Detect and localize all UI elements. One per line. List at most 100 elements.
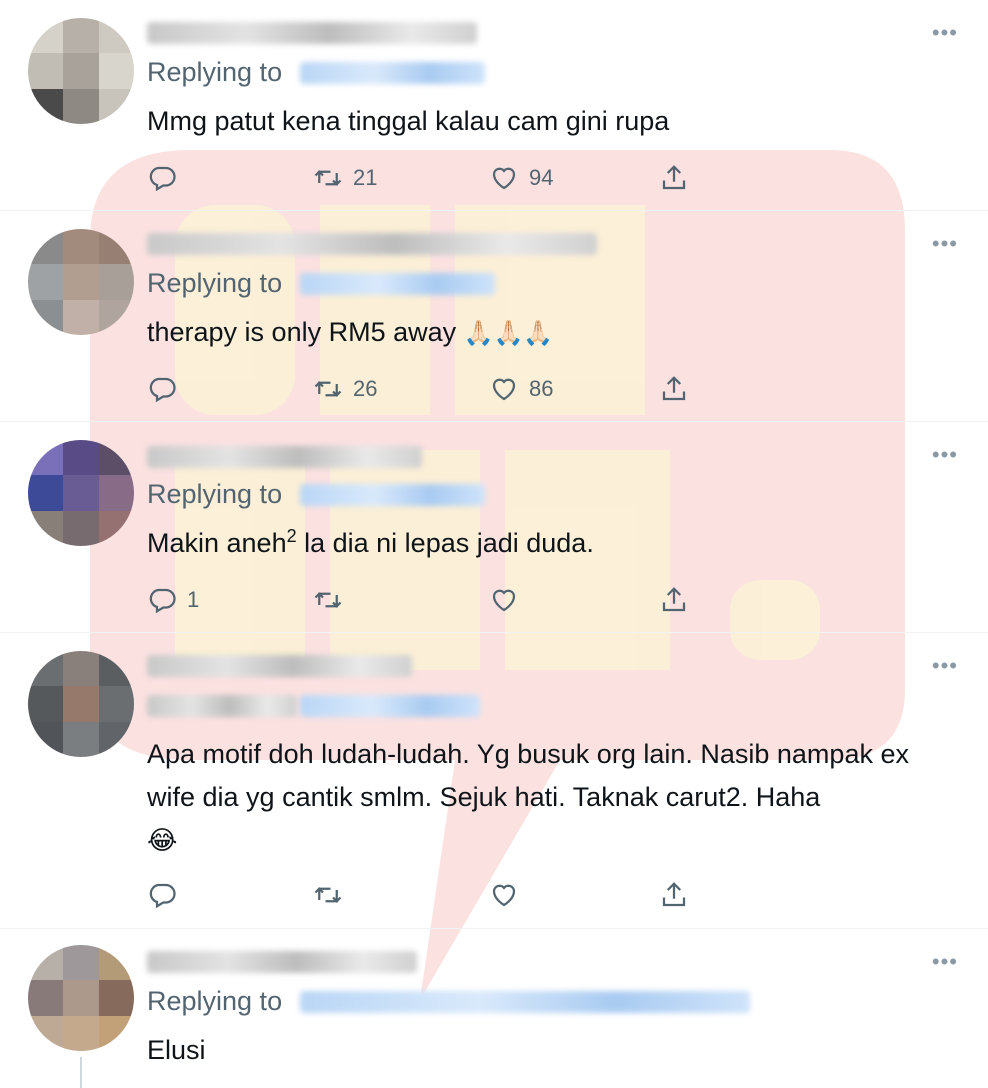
avatar-pixel bbox=[98, 510, 134, 546]
avatar-pixel bbox=[63, 53, 99, 89]
like-icon bbox=[492, 167, 516, 190]
avatar-pixel bbox=[63, 264, 99, 300]
share-icon bbox=[662, 376, 686, 401]
like-count: 94 bbox=[529, 165, 554, 190]
reply-tweet[interactable]: ••• Replying to Mmg patut kena tinggal k… bbox=[0, 0, 988, 211]
avatar-pixel bbox=[98, 475, 134, 511]
replying-to-label: Replying to bbox=[147, 479, 283, 509]
replying-to-handle-redacted[interactable] bbox=[300, 991, 750, 1013]
like-button[interactable]: 94 bbox=[489, 161, 553, 195]
more-dots-icon[interactable]: ••• bbox=[932, 951, 958, 973]
avatar-pixel bbox=[63, 721, 99, 757]
avatar-pixel bbox=[63, 299, 99, 335]
retweet-button[interactable]: 21 bbox=[313, 161, 377, 195]
replying-to-label: Replying to bbox=[147, 57, 283, 87]
avatar-pixel bbox=[98, 945, 134, 981]
tweet-text-body: therapy is only RM5 away bbox=[147, 317, 457, 347]
avatar-pixel bbox=[98, 440, 134, 476]
more-dots-icon[interactable]: ••• bbox=[932, 655, 958, 677]
avatar[interactable] bbox=[28, 945, 134, 1051]
avatar-pixel bbox=[98, 53, 134, 89]
avatar-pixel bbox=[28, 440, 64, 476]
avatar-pixel bbox=[98, 651, 134, 687]
avatar-pixel bbox=[63, 229, 99, 265]
replying-to-handle-redacted[interactable] bbox=[300, 695, 480, 717]
avatar-pixel bbox=[63, 440, 99, 476]
replying-to-label: Replying to bbox=[147, 986, 283, 1016]
retweet-button[interactable]: 26 bbox=[313, 372, 377, 406]
avatar-pixel bbox=[63, 88, 99, 124]
avatar-pixel bbox=[63, 18, 99, 54]
retweet-icon bbox=[314, 381, 342, 397]
retweet-button[interactable] bbox=[313, 583, 353, 617]
user-name-redacted[interactable] bbox=[147, 233, 597, 255]
avatar-pixel bbox=[98, 88, 134, 124]
replying-to-handle-redacted[interactable] bbox=[300, 62, 485, 84]
avatar-pixel bbox=[98, 1015, 134, 1051]
avatar-pixel bbox=[28, 1015, 64, 1051]
tweet-text-body: Apa motif doh ludah-ludah. Yg busuk org … bbox=[147, 739, 909, 812]
replying-to-handle-redacted[interactable] bbox=[300, 484, 485, 506]
reply-button[interactable] bbox=[147, 161, 187, 195]
avatar-pixel bbox=[28, 721, 64, 757]
tweet-text-start: Makin aneh bbox=[147, 528, 287, 558]
avatar-pixel bbox=[98, 980, 134, 1016]
avatar[interactable] bbox=[28, 651, 134, 757]
like-button[interactable]: 86 bbox=[489, 372, 553, 406]
avatar-pixel bbox=[98, 721, 134, 757]
tweet-text: therapy is only RM5 away 🙏🏻🙏🏻🙏🏻 bbox=[147, 311, 957, 355]
avatar-pixel bbox=[63, 475, 99, 511]
like-icon bbox=[492, 884, 516, 907]
reply-icon bbox=[149, 883, 176, 909]
like-icon bbox=[492, 589, 516, 612]
reply-tweet[interactable]: ••• Apa motif doh ludah-ludah. Yg busuk … bbox=[0, 633, 988, 929]
avatar-pixel bbox=[98, 686, 134, 722]
retweet-icon bbox=[314, 592, 342, 608]
share-button[interactable] bbox=[659, 583, 689, 617]
avatar-pixel bbox=[63, 1015, 99, 1051]
avatar-pixel bbox=[28, 686, 64, 722]
reply-button[interactable]: 1 bbox=[147, 583, 199, 617]
avatar[interactable] bbox=[28, 18, 134, 124]
avatar-pixel bbox=[28, 18, 64, 54]
like-button[interactable] bbox=[489, 583, 529, 617]
reply-tweet[interactable]: ••• Replying to Elusi bbox=[0, 929, 988, 1088]
avatar-pixel bbox=[28, 264, 64, 300]
retweet-icon bbox=[314, 170, 342, 186]
avatar[interactable] bbox=[28, 229, 134, 335]
reply-icon bbox=[149, 588, 176, 614]
tweet-text: Mmg patut kena tinggal kalau cam gini ru… bbox=[147, 106, 670, 136]
reply-tweet[interactable]: ••• Replying to therapy is only RM5 away… bbox=[0, 211, 988, 422]
share-button[interactable] bbox=[659, 161, 689, 195]
reply-icon bbox=[149, 377, 176, 403]
avatar-pixel bbox=[98, 229, 134, 265]
avatar-pixel bbox=[28, 475, 64, 511]
retweet-button[interactable] bbox=[313, 878, 353, 912]
avatar-pixel bbox=[28, 88, 64, 124]
more-dots-icon[interactable]: ••• bbox=[932, 22, 958, 44]
like-button[interactable] bbox=[489, 878, 529, 912]
share-button[interactable] bbox=[659, 372, 689, 406]
user-name-redacted[interactable] bbox=[147, 22, 477, 44]
avatar-pixel bbox=[28, 229, 64, 265]
share-button[interactable] bbox=[659, 878, 689, 912]
retweet-count: 26 bbox=[353, 376, 378, 401]
reply-count: 1 bbox=[187, 587, 200, 612]
avatar[interactable] bbox=[28, 440, 134, 546]
avatar-pixel bbox=[98, 299, 134, 335]
user-name-redacted[interactable] bbox=[147, 655, 412, 677]
reply-button[interactable] bbox=[147, 878, 187, 912]
more-dots-icon[interactable]: ••• bbox=[932, 233, 958, 255]
like-icon bbox=[492, 378, 516, 401]
replying-to-handle-redacted[interactable] bbox=[300, 273, 495, 295]
avatar-pixel bbox=[28, 510, 64, 546]
more-dots-icon[interactable]: ••• bbox=[932, 444, 958, 466]
user-name-redacted[interactable] bbox=[147, 446, 422, 468]
tweet-text-superscript: 2 bbox=[286, 526, 297, 546]
reply-tweet[interactable]: ••• Replying to Makin aneh2 la dia ni le… bbox=[0, 422, 988, 633]
share-icon bbox=[662, 587, 686, 612]
reply-button[interactable] bbox=[147, 372, 187, 406]
user-name-redacted[interactable] bbox=[147, 951, 417, 973]
share-icon bbox=[662, 165, 686, 190]
avatar-pixel bbox=[28, 53, 64, 89]
